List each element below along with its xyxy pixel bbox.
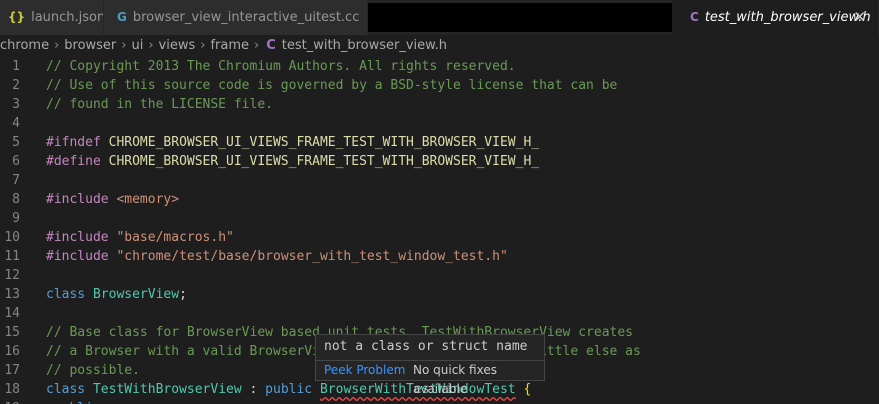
code-line[interactable]: 13 class BrowserView; — [0, 285, 879, 304]
code-token: // possible. — [46, 363, 140, 378]
line-number: 5 — [12, 135, 20, 150]
code-text: // Copyright 2013 The Chromium Authors. … — [46, 57, 516, 76]
code-token: #include — [46, 192, 117, 207]
code-token: CHROME_BROWSER_UI_VIEWS_FRAME_TEST_WITH_… — [108, 135, 540, 150]
chevron-right-icon: › — [148, 38, 154, 53]
code-line[interactable]: 9 — [0, 209, 879, 228]
chevron-right-icon: › — [121, 38, 127, 53]
chevron-right-icon: › — [54, 38, 60, 53]
code-token: #include — [46, 230, 117, 245]
code-token: #ifndef — [46, 135, 109, 150]
code-token: "base/macros.h" — [116, 230, 234, 245]
line-number: 16 — [4, 344, 20, 359]
code-text: // possible. — [46, 361, 140, 380]
code-line[interactable]: 7 — [0, 171, 879, 190]
code-text: #ifndef CHROME_BROWSER_UI_VIEWS_FRAME_TE… — [46, 133, 539, 152]
code-line[interactable]: 10 #include "base/macros.h" — [0, 228, 879, 247]
code-line[interactable]: 14 — [0, 304, 879, 323]
line-number: 14 — [4, 306, 20, 321]
code-token: "chrome/test/base/browser_with_test_wind… — [116, 249, 508, 264]
code-token: : — [241, 382, 266, 397]
code-text: #include "chrome/test/base/browser_with_… — [46, 247, 508, 266]
code-line[interactable]: 19 public: — [0, 399, 879, 404]
code-line[interactable]: 12 — [0, 266, 879, 285]
line-number: 2 — [12, 78, 20, 93]
line-number: 17 — [4, 363, 20, 378]
code-token: CHROME_BROWSER_UI_VIEWS_FRAME_TEST_WITH_… — [108, 154, 540, 169]
line-number: 15 — [4, 325, 20, 340]
breadcrumb-item-browser[interactable]: browser — [64, 38, 116, 53]
line-number: 12 — [4, 268, 20, 283]
code-line[interactable]: 2 // Use of this source code is governed … — [0, 76, 879, 95]
tab-label: test_with_browser_view.h — [704, 10, 871, 25]
code-line[interactable]: 5 #ifndef CHROME_BROWSER_UI_VIEWS_FRAME_T… — [0, 133, 879, 152]
code-token: public — [265, 382, 320, 397]
breadcrumb-item-frame[interactable]: frame — [210, 38, 249, 53]
line-number: 19 — [0, 399, 20, 404]
code-token: ; — [179, 287, 187, 302]
code-text: #include <memory> — [46, 190, 179, 209]
breadcrumb-item-views[interactable]: views — [159, 38, 196, 53]
code-token: // found in the LICENSE file. — [46, 97, 273, 112]
line-number: 18 — [4, 382, 20, 397]
code-text: // Use of this source code is governed b… — [46, 76, 617, 95]
line-number: 8 — [12, 192, 20, 207]
line-number: 13 — [4, 287, 20, 302]
code-token: BrowserView — [92, 287, 180, 302]
redacted-tab — [368, 3, 672, 32]
code-line[interactable]: 4 — [0, 114, 879, 133]
code-token: TestWithBrowserView — [92, 382, 242, 397]
code-token: #include — [46, 249, 117, 264]
line-number: 1 — [12, 59, 20, 74]
hover-message: not a class or struct name — [324, 339, 528, 354]
code-line[interactable]: 6 #define CHROME_BROWSER_UI_VIEWS_FRAME_T… — [0, 152, 879, 171]
code-token: #define — [46, 154, 109, 169]
line-number: 6 — [12, 154, 20, 169]
code-token: <memory> — [116, 192, 180, 207]
tab-label: browser_view_interactive_uitest.cc — [132, 10, 360, 25]
line-number: 7 — [12, 173, 20, 188]
line-number: 9 — [12, 211, 20, 226]
json-icon: {} — [8, 10, 26, 24]
code-token: // Use of this source code is governed b… — [46, 78, 618, 93]
code-text: #include "base/macros.h" — [46, 228, 234, 247]
c-header-icon: C — [266, 38, 276, 53]
code-line[interactable]: 11 #include "chrome/test/base/browser_wit… — [0, 247, 879, 266]
code-token: class — [46, 287, 93, 302]
breadcrumb-item-ui[interactable]: ui — [131, 38, 143, 53]
code-text: class BrowserView; — [46, 285, 187, 304]
close-icon[interactable]: ✕ — [853, 0, 866, 35]
tab-launch-json[interactable]: {} launch.json — [0, 0, 104, 35]
code-text: #define CHROME_BROWSER_UI_VIEWS_FRAME_TE… — [46, 152, 539, 171]
tab-browser-view-interactive-uitest[interactable]: Gbrowser_view_interactive_uitest.cc — [104, 0, 368, 35]
no-quick-fixes-label: No quick fixes available — [413, 363, 497, 396]
line-number: 10 — [4, 230, 20, 245]
code-token: // Copyright 2013 The Chromium Authors. … — [46, 59, 516, 74]
tab-test-with-browser-view[interactable]: Ctest_with_browser_view.h ✕ — [672, 0, 879, 35]
c-header-icon: C — [690, 10, 699, 24]
code-token: class — [46, 382, 93, 397]
hover-widget: not a class or struct name Peek Problem … — [315, 334, 545, 396]
hover-status-bar: Peek Problem No quick fixes available — [316, 360, 544, 396]
code-text: // found in the LICENSE file. — [46, 95, 273, 114]
editor-tab-bar: {} launch.json Gbrowser_view_interactive_… — [0, 0, 879, 35]
chevron-right-icon: › — [200, 38, 206, 53]
breadcrumb-file[interactable]: test_with_browser_view.h — [282, 38, 447, 53]
chevron-right-icon: › — [254, 38, 260, 53]
code-line[interactable]: 3 // found in the LICENSE file. — [0, 95, 879, 114]
code-line[interactable]: 1 // Copyright 2013 The Chromium Authors.… — [0, 57, 879, 76]
line-number: 11 — [4, 249, 20, 264]
breadcrumb: chrome › browser › ui › views › frame › Ctest_with… — [0, 35, 879, 57]
line-number: 4 — [12, 116, 20, 131]
tab-label: launch.json — [31, 10, 104, 25]
peek-problem-link[interactable]: Peek Problem — [324, 361, 405, 380]
code-text: public: — [46, 399, 109, 404]
cpp-icon: G — [117, 10, 127, 24]
line-number: 3 — [12, 97, 20, 112]
breadcrumb-item-chrome[interactable]: chrome — [0, 38, 49, 53]
code-line[interactable]: 8 #include <memory> — [0, 190, 879, 209]
